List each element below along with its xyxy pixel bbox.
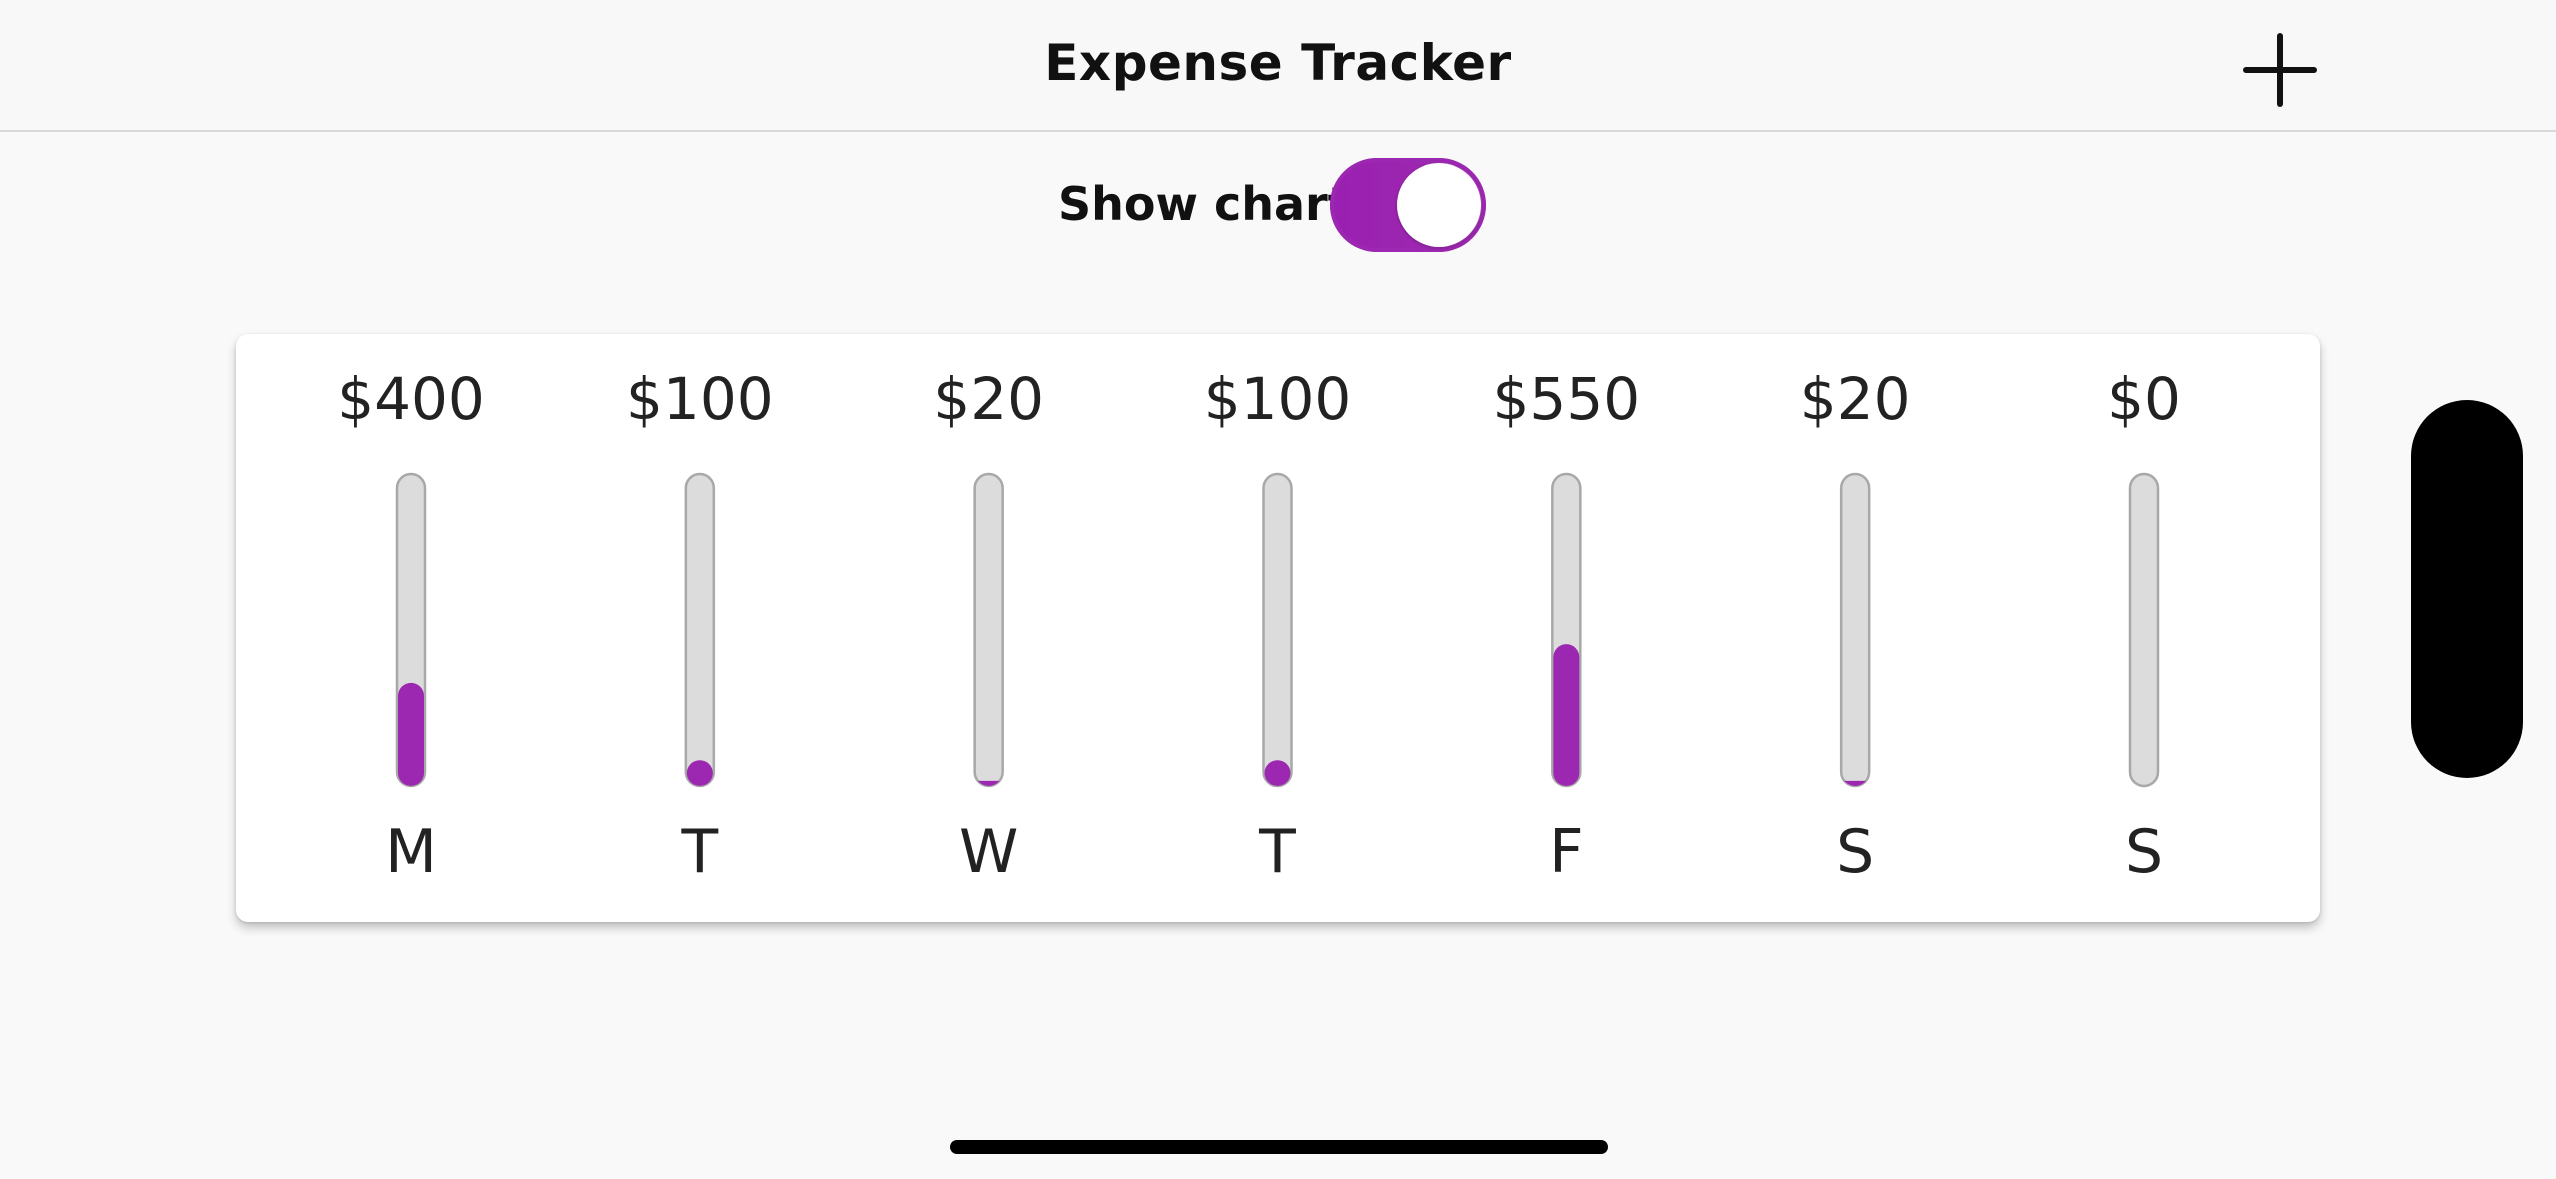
bar-track	[1839, 472, 1871, 788]
bar-value-label: $20	[933, 365, 1044, 433]
bar-track	[2128, 472, 2160, 788]
app-title: Expense Tracker	[1044, 34, 1512, 92]
day-label: S	[2125, 817, 2163, 887]
bar-track	[1262, 472, 1293, 788]
day-label: M	[385, 817, 437, 887]
app-bar: Expense Tracker	[0, 0, 2556, 132]
day-label: T	[1258, 817, 1296, 887]
switch-knob	[1397, 163, 1481, 247]
bar-value-label: $400	[337, 365, 485, 433]
bar-track	[973, 472, 1004, 788]
day-label: T	[681, 817, 719, 887]
day-label: F	[1549, 817, 1584, 887]
bar-fill	[686, 760, 713, 786]
day-label: S	[1836, 817, 1874, 887]
plus-icon	[2243, 33, 2317, 107]
day-label: W	[959, 817, 1018, 887]
show-chart-label: Show chart	[1058, 177, 1350, 231]
side-handle[interactable]	[2411, 400, 2523, 778]
chart-toggle-row: Show chart	[0, 155, 2556, 255]
bar-value-label: $100	[626, 365, 774, 433]
bar-fill	[1264, 760, 1291, 786]
home-indicator[interactable]	[950, 1140, 1608, 1154]
weekly-spending-chart: $400 M $100 T $20 W $100 T $550 F $20 S $0 S	[337, 365, 2181, 887]
bar-value-label: $550	[1493, 365, 1641, 433]
bar-track	[684, 472, 716, 788]
bar-value-label: $0	[2107, 365, 2181, 433]
bar-value-label: $20	[1800, 365, 1911, 433]
bar-fill	[398, 682, 424, 786]
bar-fill	[1553, 644, 1580, 786]
show-chart-switch[interactable]	[1330, 158, 1486, 252]
chart-card: $400 M $100 T $20 W $100 T $550 F $20 S $0 S	[236, 334, 2320, 922]
bar-value-label: $100	[1204, 365, 1352, 433]
add-expense-button[interactable]	[2240, 30, 2320, 110]
